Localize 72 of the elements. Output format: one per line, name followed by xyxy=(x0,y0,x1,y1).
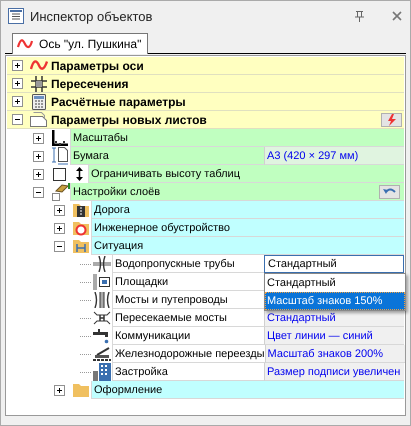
property-name[interactable]: Ограничивать высоту таблиц xyxy=(88,165,404,183)
undo-button[interactable] xyxy=(379,184,400,198)
section-title: Расчётные параметры xyxy=(50,94,187,110)
property-value[interactable]: Цвет линии — синий xyxy=(264,327,404,345)
scale-icon xyxy=(52,130,68,146)
building-icon xyxy=(92,363,110,381)
property-name[interactable]: Площадки xyxy=(112,273,264,291)
property-value[interactable]: Размер подписи увеличен xyxy=(264,363,404,381)
property-name[interactable]: Железнодорожные переезды xyxy=(112,345,265,363)
expander[interactable] xyxy=(54,222,65,234)
expander[interactable] xyxy=(12,114,23,125)
expander[interactable] xyxy=(54,384,65,396)
expander[interactable] xyxy=(33,168,44,180)
calculator-icon xyxy=(32,94,46,110)
folder-icon xyxy=(72,382,90,398)
property-name[interactable]: Масштабы xyxy=(70,129,404,147)
property-name[interactable]: Настройки слоёв xyxy=(70,183,379,201)
section-row[interactable]: Пересечения xyxy=(7,75,404,93)
expander[interactable] xyxy=(33,150,44,162)
section-title: Пересечения xyxy=(50,76,130,92)
site-icon xyxy=(92,274,110,290)
object-tab[interactable]: Ось "ул. Пушкина" xyxy=(12,33,148,54)
expander[interactable] xyxy=(54,240,65,252)
lightning-icon xyxy=(387,114,396,126)
property-value[interactable]: А3 (420 × 297 мм) xyxy=(264,147,404,165)
expander[interactable] xyxy=(12,96,23,107)
tool-button[interactable] xyxy=(381,112,402,126)
property-value[interactable]: Масштаб знаков 200% xyxy=(264,345,405,363)
property-name[interactable]: Инженерное обустройство xyxy=(91,219,404,237)
folder-icon xyxy=(72,202,90,218)
vertical-arrows-icon xyxy=(76,167,82,181)
culvert-icon xyxy=(92,256,110,272)
expander[interactable] xyxy=(54,204,65,216)
expander[interactable] xyxy=(12,78,23,89)
dropdown-option[interactable]: Масштаб знаков 150% xyxy=(265,292,405,310)
intersection-icon xyxy=(30,76,46,92)
section-title: Параметры оси xyxy=(50,58,145,74)
property-name[interactable]: Дорога xyxy=(91,201,404,219)
property-name[interactable]: Мосты и путепроводы xyxy=(112,291,264,309)
wave-icon xyxy=(17,39,33,49)
crossing-bridge-icon xyxy=(92,310,110,326)
folder-icon xyxy=(72,220,90,236)
sheets-icon xyxy=(30,112,48,127)
expander[interactable] xyxy=(33,186,44,198)
dropdown-option[interactable]: Стандартный xyxy=(265,274,405,292)
property-name[interactable]: Бумага xyxy=(70,147,264,165)
expander[interactable] xyxy=(33,132,44,144)
property-name[interactable]: Застройка xyxy=(112,363,264,381)
bridge-icon xyxy=(92,292,110,308)
checkbox[interactable] xyxy=(53,168,66,180)
property-name[interactable]: Ситуация xyxy=(91,237,404,255)
paper-size-icon xyxy=(50,147,68,165)
section-row[interactable]: Расчётные параметры xyxy=(7,93,404,111)
section-row[interactable]: Параметры новых листов xyxy=(7,111,404,129)
property-name[interactable]: Водопропускные трубы xyxy=(112,255,264,273)
railway-crossing-icon xyxy=(92,346,110,362)
tap-icon xyxy=(92,328,110,344)
window-icon xyxy=(8,8,24,24)
section-title: Параметры новых листов xyxy=(50,112,208,128)
dropdown-field[interactable]: Стандартный xyxy=(264,255,404,273)
undo-icon xyxy=(382,187,396,196)
property-name[interactable]: Коммуникации xyxy=(112,327,264,345)
expander[interactable] xyxy=(12,60,23,71)
wave-icon xyxy=(30,60,48,71)
property-name[interactable]: Пересекаемые мосты xyxy=(112,309,264,327)
layers-settings-icon xyxy=(50,183,70,201)
section-row[interactable]: Параметры оси xyxy=(7,57,404,75)
folder-icon xyxy=(72,238,90,254)
property-name[interactable]: Оформление xyxy=(91,381,404,399)
window-title: Инспектор объектов xyxy=(30,8,154,24)
pin-icon[interactable] xyxy=(355,10,364,22)
close-icon[interactable] xyxy=(392,11,402,21)
